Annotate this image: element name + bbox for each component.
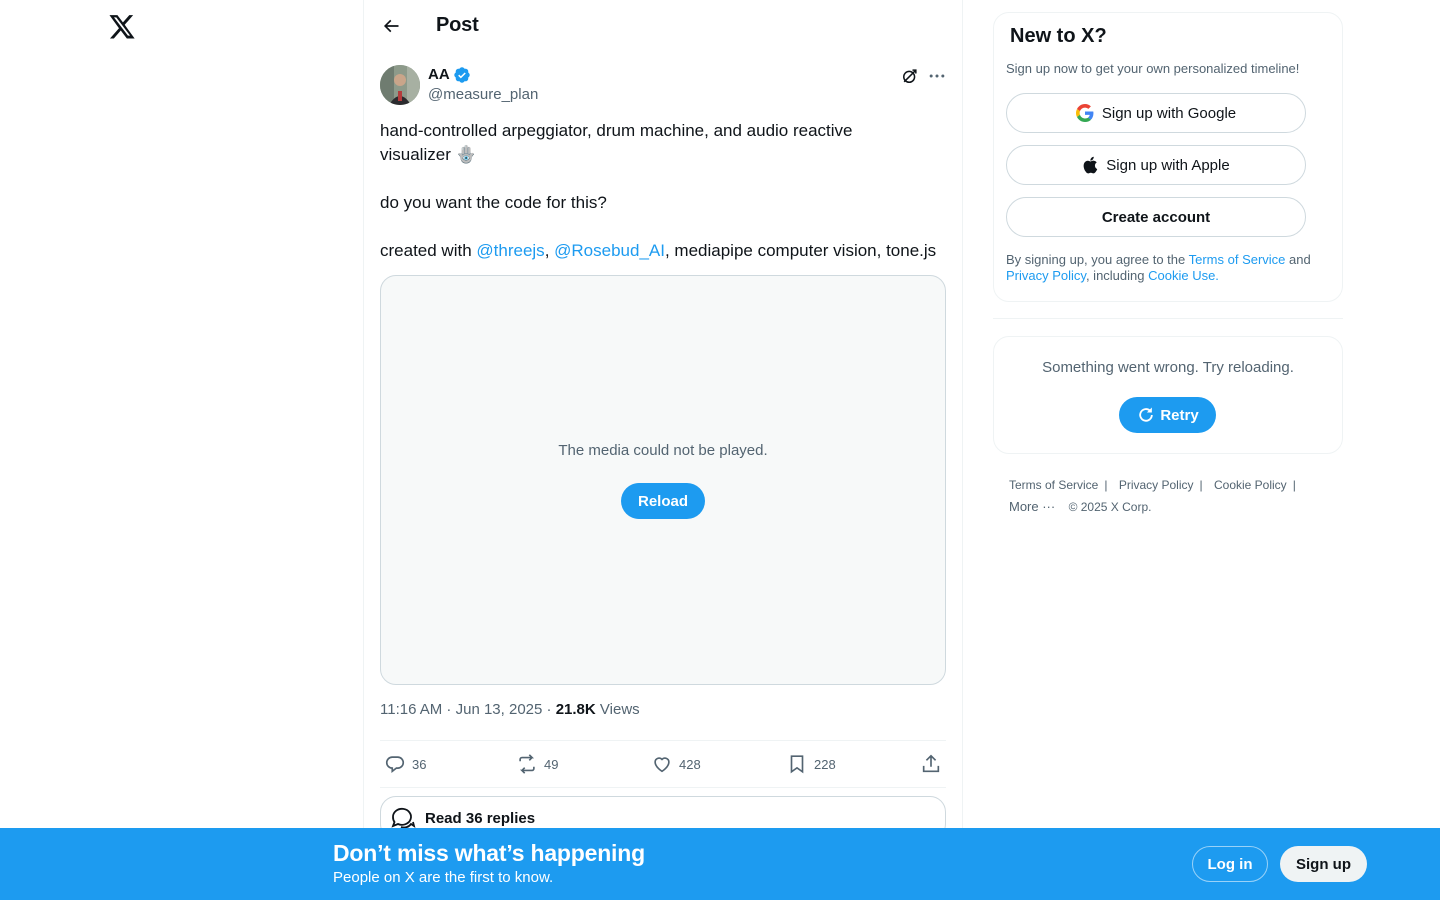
post-date[interactable]: Jun 13, 2025	[456, 701, 543, 718]
privacy-policy-link[interactable]: Privacy Policy	[1006, 268, 1086, 283]
signup-google-button[interactable]: Sign up with Google	[1006, 93, 1306, 133]
more-icon[interactable]	[927, 66, 947, 86]
bookmark-icon	[790, 755, 804, 774]
footer-more-link[interactable]: More ···	[1009, 499, 1055, 514]
bookmark-button[interactable]: 228	[786, 750, 836, 778]
post-created-prefix: created with	[380, 241, 477, 260]
post-meta: 11:16 AM · Jun 13, 2025 · 21.8K Views	[380, 701, 640, 718]
post-header: Post	[364, 0, 962, 53]
views-count: 21.8K	[555, 701, 596, 718]
mention-rosebud[interactable]: @Rosebud_AI	[554, 241, 665, 260]
reply-count: 36	[412, 756, 427, 772]
signup-apple-button[interactable]: Sign up with Apple	[1006, 145, 1306, 185]
post-text-line: visualizer	[380, 145, 451, 164]
reload-button[interactable]: Reload	[621, 483, 705, 519]
media-player[interactable]: The media could not be played. Reload	[380, 275, 946, 685]
login-button[interactable]: Log in	[1192, 846, 1268, 882]
hamsa-emoji: 🪬	[455, 145, 477, 164]
post-text-line: hand-controlled arpeggiator, drum machin…	[380, 121, 853, 140]
meta-dot: ·	[542, 701, 556, 718]
error-card: Something went wrong. Try reloading. Ret…	[993, 336, 1343, 454]
post-question: do you want the code for this?	[380, 193, 607, 212]
divider	[993, 318, 1343, 319]
reply-button[interactable]: 36	[384, 750, 426, 778]
terms-prefix: By signing up, you agree to the	[1006, 252, 1189, 267]
post-time[interactable]: 11:16 AM	[380, 701, 442, 718]
reply-icon	[386, 756, 404, 774]
cookie-use-link[interactable]: Cookie Use.	[1148, 268, 1219, 283]
retry-icon	[1139, 407, 1154, 422]
signup-terms: By signing up, you agree to the Terms of…	[1006, 252, 1336, 284]
like-icon	[654, 757, 670, 773]
meta-dot: ·	[442, 701, 456, 718]
author-name[interactable]: AA	[428, 66, 450, 83]
share-button[interactable]	[920, 750, 942, 778]
create-account-button[interactable]: Create account	[1006, 197, 1306, 237]
apple-icon	[1083, 156, 1098, 174]
like-button[interactable]: 428	[651, 750, 701, 778]
retry-button[interactable]: Retry	[1119, 397, 1216, 433]
avatar[interactable]	[380, 65, 420, 105]
signup-card: New to X? Sign up now to get your own pe…	[993, 12, 1343, 302]
share-icon	[922, 754, 940, 773]
x-logo-icon[interactable]	[104, 12, 140, 44]
back-button[interactable]	[374, 9, 408, 43]
footer-cookie-link[interactable]: Cookie Policy	[1214, 478, 1287, 492]
banner-title: Don’t miss what’s happening	[333, 840, 645, 866]
footer-terms-link[interactable]: Terms of Service	[1009, 478, 1098, 492]
repost-button[interactable]: 49	[516, 750, 558, 778]
grok-icon[interactable]	[900, 66, 920, 86]
footer-separator: |	[1199, 478, 1203, 492]
footer-separator: |	[1292, 478, 1296, 492]
signup-subtitle: Sign up now to get your own personalized…	[1006, 61, 1300, 76]
footer-links: Terms of Service | Privacy Policy | Cookie…	[1009, 474, 1329, 518]
post-actions: 36 49 428 228	[380, 750, 946, 778]
repost-count: 49	[544, 756, 559, 772]
like-count: 428	[679, 756, 701, 772]
signup-button[interactable]: Sign up	[1280, 846, 1367, 882]
footer-copyright: © 2025 X Corp.	[1068, 500, 1152, 514]
retry-label: Retry	[1160, 406, 1199, 424]
signup-google-label: Sign up with Google	[1101, 104, 1237, 122]
post-text: hand-controlled arpeggiator, drum machin…	[380, 119, 950, 263]
post-created-suffix: , mediapipe computer vision, tone.js	[664, 241, 937, 260]
read-replies-label: Read 36 replies	[425, 809, 536, 827]
google-icon	[1075, 104, 1094, 122]
mention-threejs[interactable]: @threejs	[476, 241, 544, 260]
divider	[380, 787, 946, 788]
author-handle[interactable]: @measure_plan	[428, 86, 538, 103]
main-column: Post AA @measure_plan hand-controlled ar…	[363, 0, 963, 900]
footer-separator: |	[1104, 478, 1108, 492]
terms-of-service-link[interactable]: Terms of Service	[1189, 252, 1286, 267]
signup-apple-label: Sign up with Apple	[1106, 156, 1230, 174]
views-label: Views	[599, 701, 640, 718]
post-author: AA @measure_plan	[380, 64, 946, 108]
terms-including: , including	[1085, 268, 1149, 283]
back-arrow-icon	[383, 19, 399, 33]
comma: ,	[544, 241, 555, 260]
page-title: Post	[436, 14, 479, 36]
signup-title: New to X?	[1010, 25, 1107, 47]
divider	[380, 740, 946, 741]
verified-badge-icon	[454, 67, 470, 83]
footer-privacy-link[interactable]: Privacy Policy	[1119, 478, 1194, 492]
bookmark-count: 228	[814, 756, 836, 772]
terms-and: and	[1285, 252, 1311, 267]
error-message: Something went wrong. Try reloading.	[1042, 359, 1294, 376]
banner-subtitle: People on X are the first to know.	[333, 869, 554, 886]
repost-icon	[519, 754, 535, 774]
login-banner: Don’t miss what’s happening People on X …	[0, 828, 1440, 900]
media-error-message: The media could not be played.	[558, 442, 768, 459]
